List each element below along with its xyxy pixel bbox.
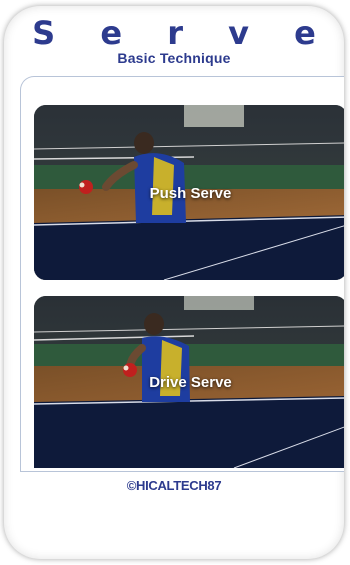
push-serve-card[interactable]: Push Serve: [34, 105, 344, 280]
push-serve-label: Push Serve: [149, 185, 232, 202]
page-title: S e r v e: [32, 14, 333, 52]
phone-frame: S e r v e Basic Technique Push Serve Dri…: [4, 6, 344, 559]
copyright-credit: ©HICALTECH87: [126, 478, 222, 493]
drive-serve-card[interactable]: Drive Serve: [34, 296, 344, 468]
drive-serve-label: Drive Serve: [149, 374, 232, 391]
app-header: S e r v e Basic Technique: [4, 6, 344, 72]
page-subtitle: Basic Technique: [117, 50, 231, 66]
